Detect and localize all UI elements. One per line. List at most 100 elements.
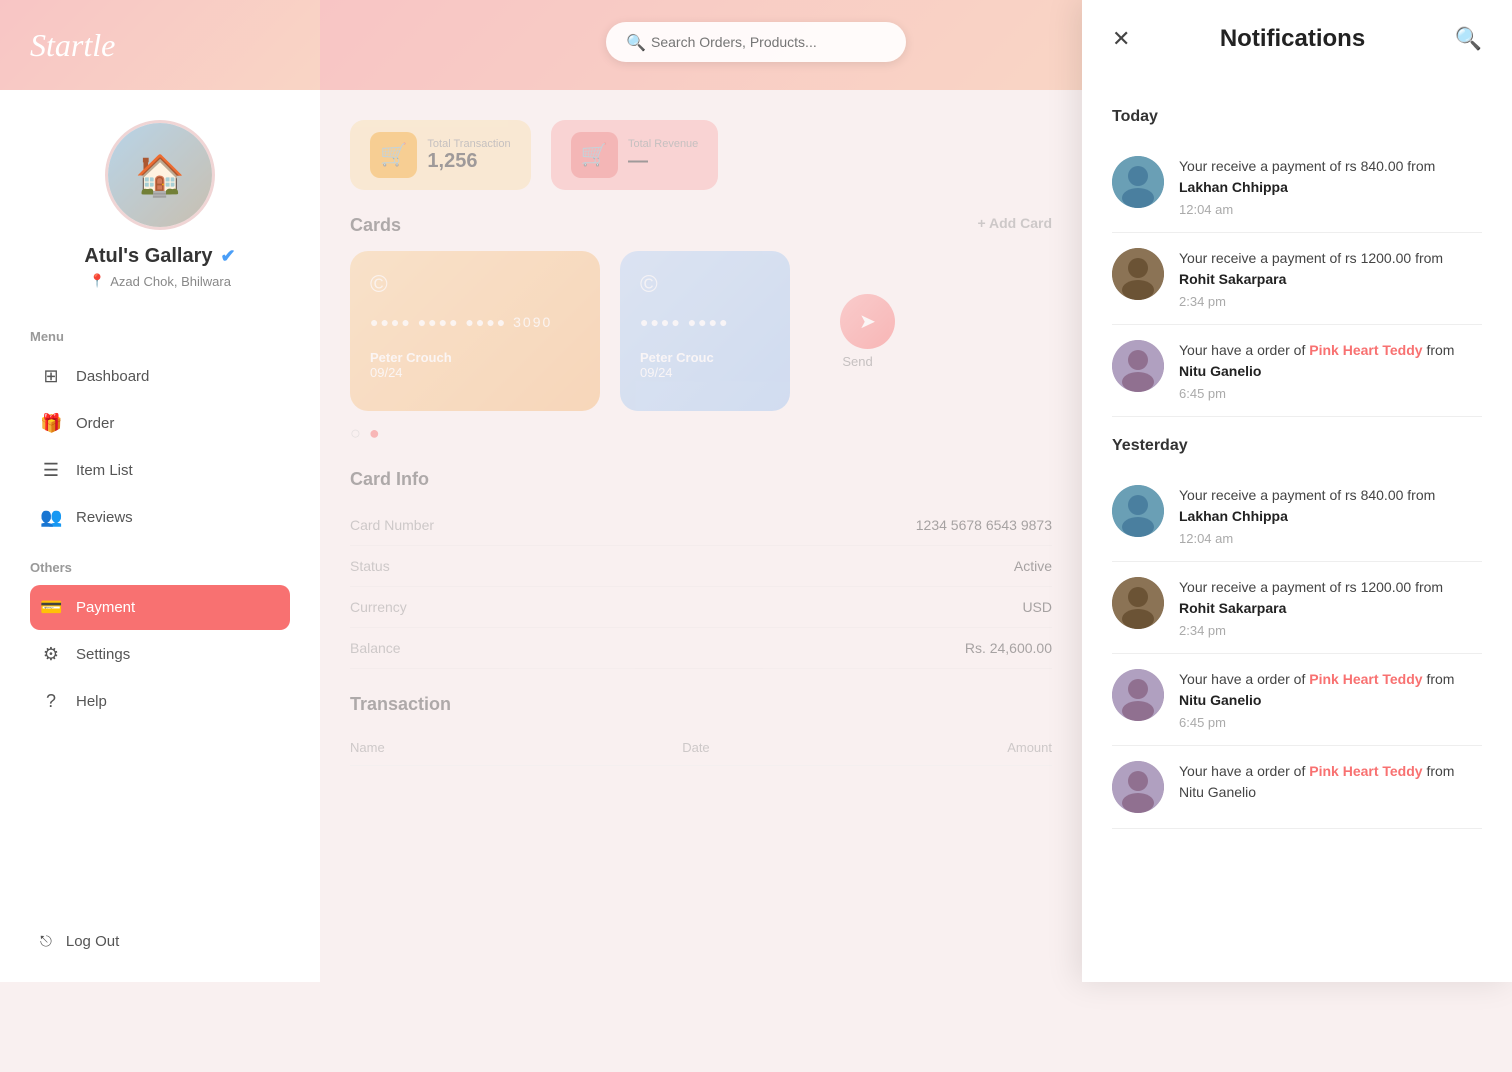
status-label: Status <box>350 558 390 574</box>
pink-heart-teddy-link[interactable]: Pink Heart Teddy <box>1309 763 1422 779</box>
others-label: Others <box>30 560 290 575</box>
location-icon: 📍 <box>89 273 105 289</box>
card-orange[interactable]: © ●●●● ●●●● ●●●● 3090 Peter Crouch 09/24 <box>350 251 600 411</box>
sidebar-item-label: Order <box>76 415 114 432</box>
main-content: 🛒 Total Transaction 1,256 🛒 Total Revenu… <box>320 90 1082 796</box>
notification-message: Your receive a payment of rs 840.00 from… <box>1179 156 1482 198</box>
notification-time: 2:34 pm <box>1179 623 1482 638</box>
avatar <box>1112 669 1164 721</box>
add-card-button[interactable]: + Add Card <box>977 215 1052 231</box>
notification-text: Your receive a payment of rs 840.00 from… <box>1179 485 1482 546</box>
main-top-bar: 🔍 <box>320 0 1082 90</box>
settings-icon: ⚙ <box>40 644 62 665</box>
card-info-row-balance: Balance Rs. 24,600.00 <box>350 628 1052 669</box>
cards-row: © ●●●● ●●●● ●●●● 3090 Peter Crouch 09/24… <box>350 251 1052 411</box>
sidebar-item-payment[interactable]: 💳 Payment <box>30 585 290 630</box>
payment-icon: 💳 <box>40 597 62 618</box>
avatar <box>1112 761 1164 813</box>
sidebar-item-settings[interactable]: ⚙ Settings <box>30 632 290 677</box>
card-info-title: Card Info <box>350 469 1052 490</box>
search-input[interactable] <box>606 22 906 62</box>
card-expiry2: 09/24 <box>640 365 770 380</box>
pink-heart-teddy-link[interactable]: Pink Heart Teddy <box>1309 671 1422 687</box>
sidebar-item-dashboard[interactable]: ⊞ Dashboard <box>30 354 290 399</box>
sidebar-item-label: Payment <box>76 599 135 616</box>
balance-label: Balance <box>350 640 401 656</box>
help-icon: ? <box>40 691 62 712</box>
avatar <box>1112 248 1164 300</box>
col-name: Name <box>350 740 385 755</box>
stat-value2: — <box>628 150 698 173</box>
sidebar-item-label: Dashboard <box>76 368 149 385</box>
stat-label2: Total Revenue <box>628 138 698 150</box>
notification-text: Your receive a payment of rs 1200.00 fro… <box>1179 248 1482 309</box>
reviews-icon: 👥 <box>40 507 62 528</box>
logout-icon: ⎋ <box>40 933 52 950</box>
avatar-image: 🏠 <box>108 123 212 227</box>
verified-icon: ✔ <box>221 246 236 267</box>
card-holder2: Peter Crouc <box>640 350 770 365</box>
sidebar-item-help[interactable]: ? Help <box>30 679 290 724</box>
order-icon: 🎁 <box>40 413 62 434</box>
notifications-header: ✕ Notifications 🔍 <box>1082 0 1512 78</box>
card-info-row-currency: Currency USD <box>350 587 1052 628</box>
notifications-body: Today Your receive a payment of rs 840.0… <box>1082 78 1512 859</box>
sidebar-item-label: Reviews <box>76 509 133 526</box>
profile-section: 🏠 Atul's Gallary ✔ 📍 Azad Chok, Bhilwara <box>0 90 320 309</box>
card-number-label: Card Number <box>350 517 434 533</box>
notification-time: 6:45 pm <box>1179 715 1482 730</box>
sidebar-item-item-list[interactable]: ☰ Item List <box>30 448 290 493</box>
avatar <box>1112 577 1164 629</box>
search-icon[interactable]: 🔍 <box>1455 26 1482 52</box>
card-nav-prev[interactable]: ○ <box>350 423 361 444</box>
balance-value: Rs. 24,600.00 <box>965 640 1052 656</box>
sidebar: Startle 🏠 Atul's Gallary ✔ 📍 Azad Chok, … <box>0 0 320 982</box>
sidebar-item-reviews[interactable]: 👥 Reviews <box>30 495 290 540</box>
stat-value: 1,256 <box>427 150 510 173</box>
notification-time: 6:45 pm <box>1179 386 1482 401</box>
stat-label: Total Transaction <box>427 138 510 150</box>
app-logo: Startle <box>30 27 115 64</box>
status-value: Active <box>1014 558 1052 574</box>
send-button[interactable]: ➤ <box>840 294 895 349</box>
card-logo-icon: © <box>370 271 580 299</box>
search-icon: 🔍 <box>626 33 646 53</box>
notification-time: 12:04 am <box>1179 531 1482 546</box>
card-number-display2: ●●●● ●●●● <box>640 314 770 330</box>
card-number-display: ●●●● ●●●● ●●●● 3090 <box>370 314 580 330</box>
notification-item: Your have a order of Pink Heart Teddy fr… <box>1112 654 1482 746</box>
notification-item: Your receive a payment of rs 840.00 from… <box>1112 470 1482 562</box>
today-label: Today <box>1112 108 1482 126</box>
notification-text: Your have a order of Pink Heart Teddy fr… <box>1179 761 1482 803</box>
pink-heart-teddy-link[interactable]: Pink Heart Teddy <box>1309 342 1422 358</box>
card-number-value: 1234 5678 6543 9873 <box>916 517 1052 533</box>
notification-message: Your have a order of Pink Heart Teddy fr… <box>1179 669 1482 711</box>
menu-label: Menu <box>30 329 290 344</box>
notification-item: Your receive a payment of rs 1200.00 fro… <box>1112 233 1482 325</box>
sidebar-top: Startle <box>0 0 320 90</box>
notification-message: Your receive a payment of rs 1200.00 fro… <box>1179 248 1482 290</box>
notification-item: Your receive a payment of rs 840.00 from… <box>1112 141 1482 233</box>
notification-item: Your receive a payment of rs 1200.00 fro… <box>1112 562 1482 654</box>
notification-item: Your have a order of Pink Heart Teddy fr… <box>1112 746 1482 829</box>
card-info-section: Card Info Card Number 1234 5678 6543 987… <box>350 469 1052 669</box>
sidebar-item-label: Help <box>76 693 107 710</box>
sidebar-item-order[interactable]: 🎁 Order <box>30 401 290 446</box>
notifications-panel: ✕ Notifications 🔍 Today Your receive a p… <box>1082 0 1512 982</box>
notification-message: Your have a order of Pink Heart Teddy fr… <box>1179 761 1482 803</box>
card-blue[interactable]: © ●●●● ●●●● Peter Crouc 09/24 <box>620 251 790 411</box>
col-amount: Amount <box>1007 740 1052 755</box>
total-transaction-stat: 🛒 Total Transaction 1,256 <box>350 120 531 190</box>
notifications-title: Notifications <box>1220 25 1365 53</box>
avatar <box>1112 156 1164 208</box>
avatar <box>1112 340 1164 392</box>
card-nav-next[interactable]: ● <box>369 423 380 444</box>
list-icon: ☰ <box>40 460 62 481</box>
avatar <box>1112 485 1164 537</box>
close-button[interactable]: ✕ <box>1112 26 1130 52</box>
notification-message: Your have a order of Pink Heart Teddy fr… <box>1179 340 1482 382</box>
notification-message: Your receive a payment of rs 840.00 from… <box>1179 485 1482 527</box>
notification-text: Your receive a payment of rs 1200.00 fro… <box>1179 577 1482 638</box>
currency-value: USD <box>1022 599 1052 615</box>
logout-button[interactable]: ⎋ Log Out <box>0 921 320 962</box>
